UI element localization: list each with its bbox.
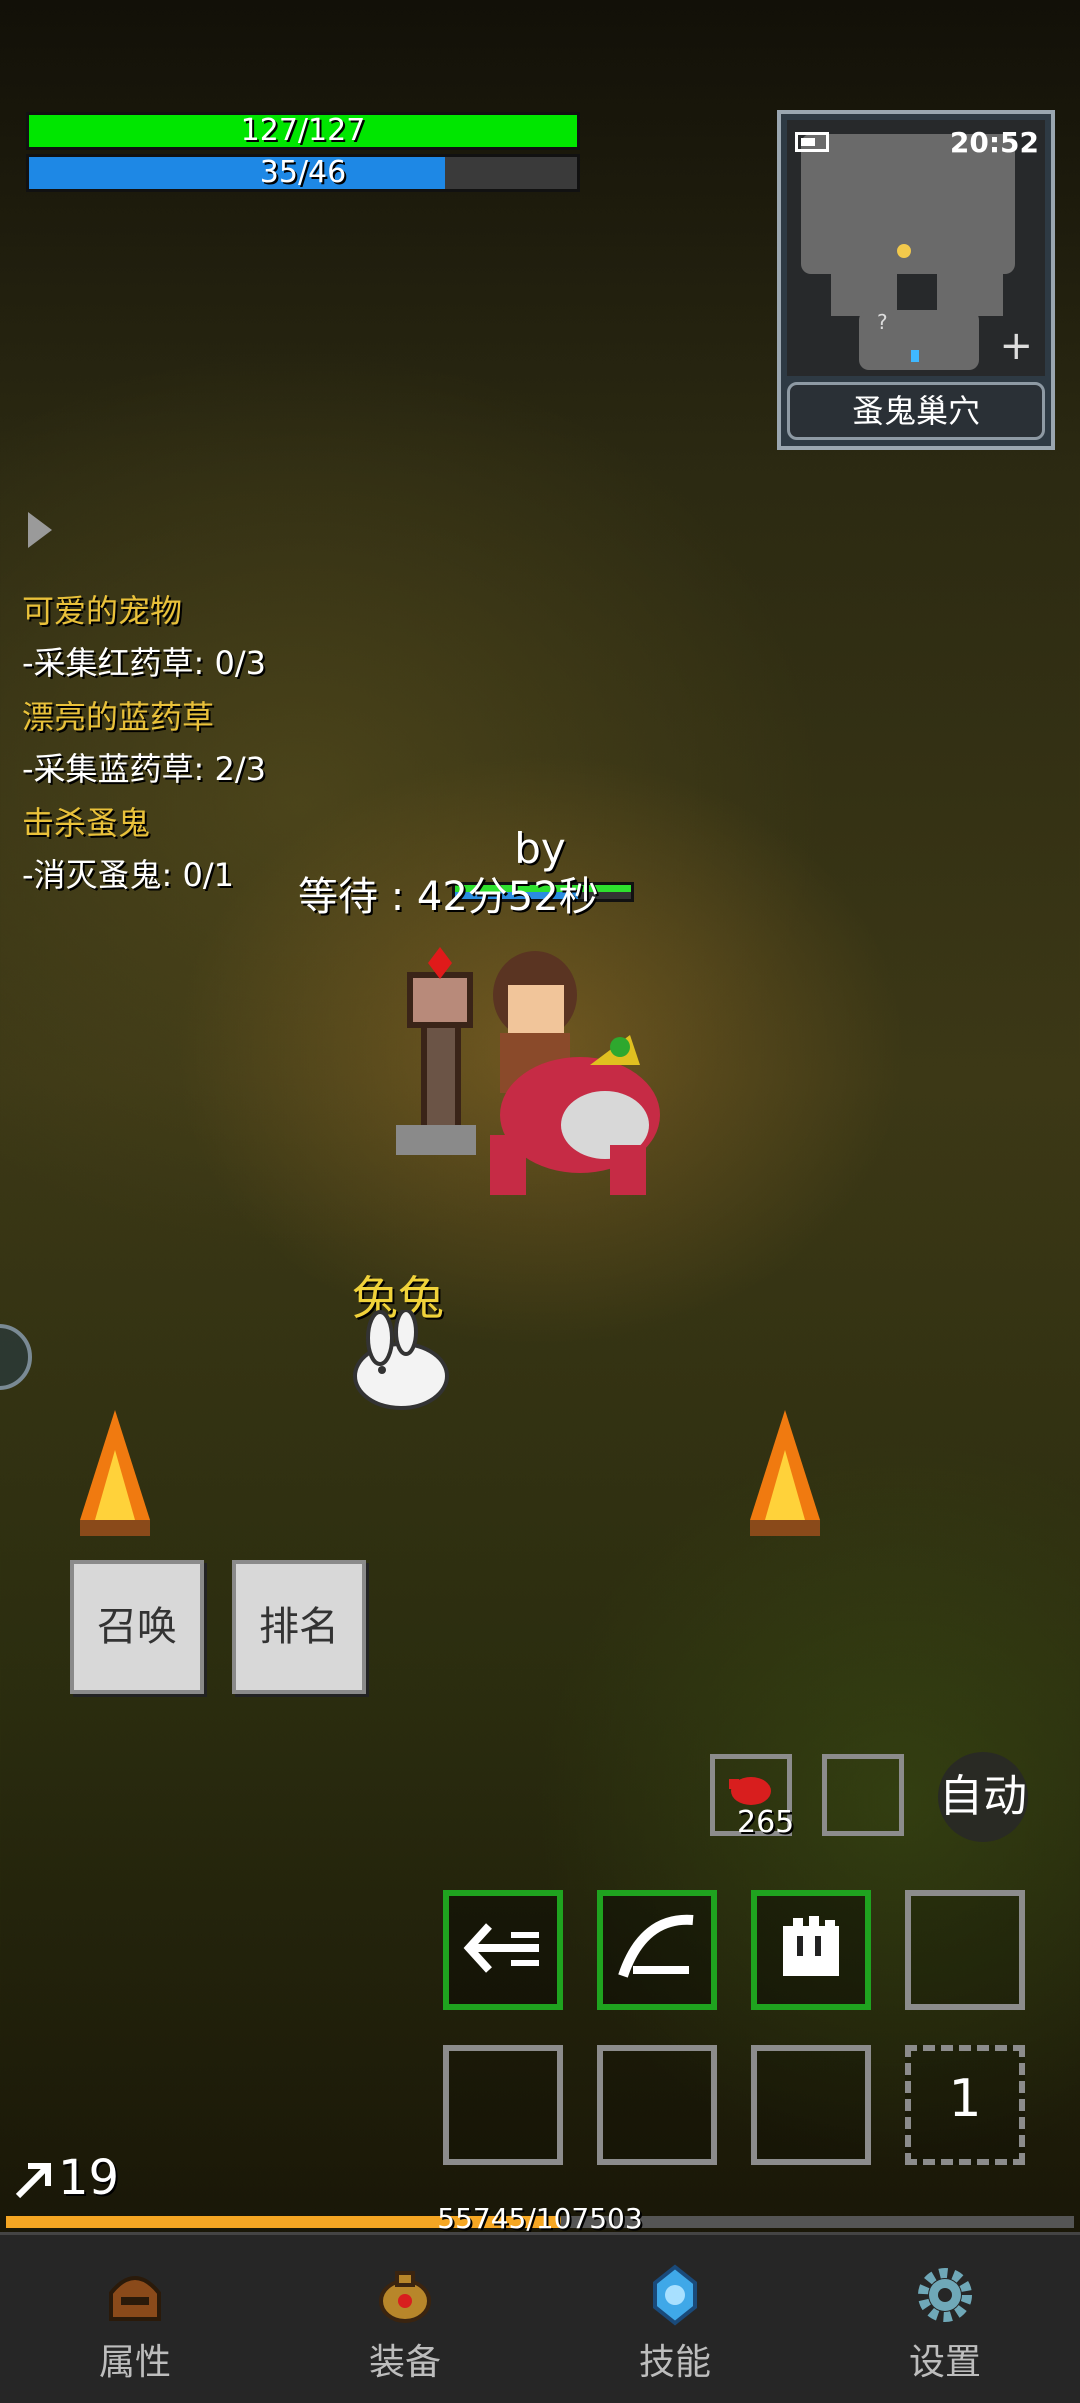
zoom-plus-icon[interactable]: + xyxy=(999,326,1033,366)
portal-marker-icon xyxy=(911,350,919,362)
quest-task: -采集红药草: 0/3 xyxy=(22,644,267,682)
summon-button[interactable]: 召唤 xyxy=(70,1560,204,1694)
clock: 20:52 xyxy=(949,126,1039,159)
player-marker-icon xyxy=(897,244,911,258)
helmet-icon xyxy=(109,2276,161,2321)
slash-skill-icon xyxy=(618,1914,694,1978)
nav-skills[interactable]: 技能 xyxy=(540,2235,810,2403)
campfire-left xyxy=(80,1410,150,1536)
nav-equipment[interactable]: 装备 xyxy=(270,2235,540,2403)
unknown-marker: ? xyxy=(877,310,888,334)
skill-slot-5[interactable] xyxy=(443,2045,563,2165)
skill-slot-7[interactable] xyxy=(751,2045,871,2165)
nav-label: 技能 xyxy=(638,2342,711,2383)
location-name: 蚤鬼巢穴 xyxy=(787,382,1045,440)
battery-icon xyxy=(795,132,829,152)
potion-count: 265 xyxy=(737,1805,795,1840)
gear-icon xyxy=(918,2268,972,2322)
quest-collapse-icon[interactable] xyxy=(28,512,52,548)
auto-button[interactable]: 自动 xyxy=(938,1752,1028,1842)
minimap-view: 20:52 ? + xyxy=(787,120,1045,376)
hp-bar: 127/127 xyxy=(26,112,580,150)
fist-skill-icon xyxy=(783,1916,839,1976)
side-indicator-icon[interactable] xyxy=(0,1324,32,1390)
skill-slot-1[interactable] xyxy=(443,1890,563,2010)
bottom-nav: 属性 装备 技能 设置 xyxy=(0,2232,1080,2403)
nav-label: 装备 xyxy=(368,2342,441,2383)
skill-slot-6[interactable] xyxy=(597,2045,717,2165)
nav-label: 设置 xyxy=(908,2342,981,2383)
mp-text: 35/46 xyxy=(259,155,347,190)
skill-slot-3[interactable] xyxy=(751,1890,871,2010)
wait-timer: 等待 : 42分52秒 xyxy=(298,874,599,920)
skill-page-number: 1 xyxy=(948,2069,982,2129)
quest-title[interactable]: 可爱的宠物 xyxy=(22,586,182,632)
hp-text: 127/127 xyxy=(240,113,366,148)
level-arrow-icon xyxy=(15,2163,51,2199)
quest-title[interactable]: 击杀蚤鬼 xyxy=(22,798,150,844)
quest-task: -采集蓝药草: 2/3 xyxy=(22,750,267,788)
player-level: 19 xyxy=(58,2150,120,2206)
empty-item-slot[interactable] xyxy=(822,1754,904,1836)
skill-gem-icon xyxy=(653,2264,697,2326)
pet-rabbit-sprite[interactable] xyxy=(346,1310,456,1410)
ranking-button[interactable]: 排名 xyxy=(232,1560,366,1694)
character-sprite[interactable] xyxy=(390,935,680,1205)
nav-label: 属性 xyxy=(98,2342,171,2383)
nav-attributes[interactable]: 属性 xyxy=(0,2235,270,2403)
campfire-right xyxy=(750,1410,820,1536)
quest-task: -消灭蚤鬼: 0/1 xyxy=(22,856,235,894)
mp-bar: 35/46 xyxy=(26,154,580,192)
skill-page-button[interactable]: 1 xyxy=(905,2045,1025,2165)
exp-text: 55745/107503 xyxy=(437,2202,643,2235)
arrow-skill-icon xyxy=(463,1923,539,1973)
bag-icon xyxy=(379,2271,431,2323)
potion-slot[interactable]: 265 xyxy=(710,1754,794,1840)
skill-slot-2[interactable] xyxy=(597,1890,717,2010)
quest-title[interactable]: 漂亮的蓝药草 xyxy=(22,692,214,738)
nav-settings[interactable]: 设置 xyxy=(810,2235,1080,2403)
minimap[interactable]: 20:52 ? + 蚤鬼巢穴 xyxy=(777,110,1055,450)
skill-slot-4[interactable] xyxy=(905,1890,1025,2010)
